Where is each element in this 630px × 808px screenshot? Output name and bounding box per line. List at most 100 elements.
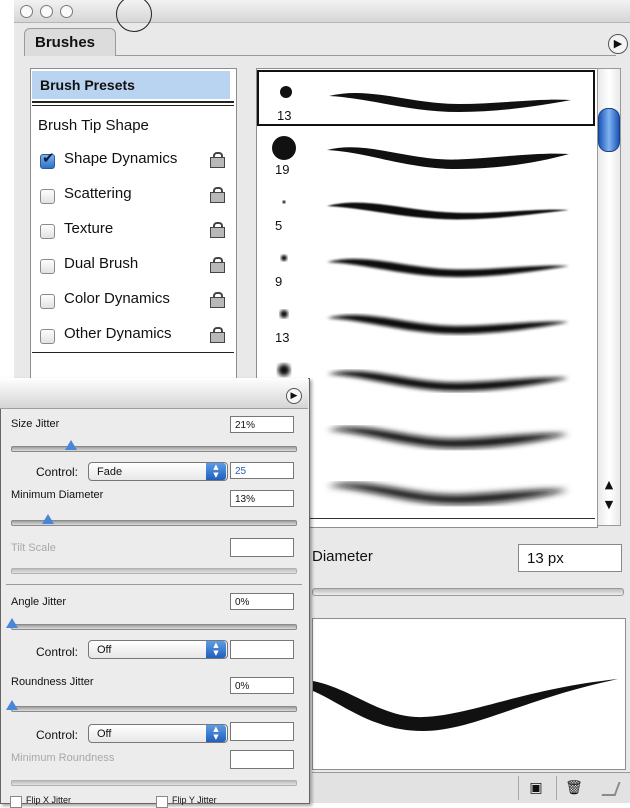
brush-tip-dot: [280, 310, 288, 318]
list-divider: [32, 352, 234, 353]
shape-dynamics-checkbox[interactable]: ✔: [40, 149, 55, 169]
list-item-label: Color Dynamics: [64, 290, 170, 307]
stroke-preview: [312, 618, 626, 770]
control-label: Control:: [36, 465, 79, 479]
minimum-roundness-input: [230, 750, 294, 769]
tilt-scale-input: [230, 538, 294, 557]
roundness-jitter-slider[interactable]: [11, 706, 297, 712]
scattering-checkbox[interactable]: [40, 189, 55, 204]
size-jitter-slider-thumb[interactable]: [64, 440, 77, 450]
panel-menu-icon[interactable]: ▶: [608, 34, 628, 54]
other-dynamics-checkbox[interactable]: [40, 329, 55, 344]
roundness-jitter-label: Roundness Jitter: [11, 676, 94, 688]
control-label: Control:: [36, 728, 79, 742]
angle-jitter-slider-thumb[interactable]: [6, 618, 18, 628]
angle-control-input[interactable]: [230, 640, 294, 659]
brush-size-label: 5: [275, 218, 283, 233]
brush-tip-dot: [280, 86, 292, 98]
minimize-dot-icon[interactable]: [40, 5, 53, 18]
minimum-diameter-label: Minimum Diameter: [11, 489, 104, 501]
lock-icon[interactable]: [210, 187, 225, 203]
roundness-jitter-input[interactable]: 0%: [230, 677, 294, 694]
brush-size-label: 13: [277, 108, 292, 123]
roundness-jitter-slider-thumb[interactable]: [6, 700, 18, 710]
brush-tip-dot: [282, 200, 286, 204]
brush-size-label: 9: [275, 274, 283, 289]
brush-stroke-thumbnail: [282, 200, 569, 220]
brush-stroke-sample: [327, 147, 569, 169]
panel-menu-icon[interactable]: ▶: [286, 388, 302, 404]
brush-size-label: 13: [275, 330, 290, 345]
brush-preset-row[interactable]: 9: [257, 238, 595, 295]
angle-jitter-input[interactable]: 0%: [230, 593, 294, 610]
tab-brushes[interactable]: Brushes: [24, 28, 116, 56]
brush-stroke-sample: [327, 483, 569, 504]
minimum-roundness-label: Minimum Roundness: [11, 752, 115, 764]
panel-divider: [6, 584, 302, 585]
size-jitter-slider[interactable]: [11, 446, 297, 452]
chevron-updown-icon[interactable]: ▲ ▼: [206, 725, 226, 742]
title-bar[interactable]: [14, 0, 630, 23]
diameter-slider[interactable]: [312, 588, 624, 596]
tab-divider: [116, 55, 616, 56]
angle-jitter-slider[interactable]: [11, 624, 297, 630]
new-brush-icon[interactable]: ▣: [518, 776, 553, 800]
diameter-input[interactable]: 13 px: [518, 544, 622, 572]
brush-stroke-sample: [327, 258, 569, 277]
angle-jitter-label: Angle Jitter: [11, 596, 67, 608]
list-item-color-dynamics[interactable]: Color Dynamics: [38, 288, 234, 314]
list-item-label: Texture: [64, 220, 114, 237]
flip-y-checkbox[interactable]: [156, 796, 168, 808]
list-item-label: Shape Dynamics: [64, 150, 178, 167]
list-item-label: Scattering: [64, 185, 132, 202]
brush-preset-row[interactable]: 19: [257, 126, 595, 183]
brush-preset-row[interactable]: 13: [257, 294, 595, 351]
lock-icon[interactable]: [210, 152, 225, 168]
fade-steps-input[interactable]: 25: [230, 462, 294, 479]
list-item-other-dynamics[interactable]: Other Dynamics: [38, 323, 234, 349]
chevron-updown-icon[interactable]: ▲ ▼: [206, 463, 226, 480]
brush-stroke-sample: [327, 371, 569, 391]
chevron-updown-icon[interactable]: ▲ ▼: [206, 641, 226, 658]
brush-preset-row[interactable]: 5: [257, 182, 595, 239]
list-item-brush-tip-shape[interactable]: Brush Tip Shape: [38, 114, 149, 138]
list-item-texture[interactable]: Texture: [38, 218, 234, 244]
lock-icon[interactable]: [210, 292, 225, 308]
lock-icon[interactable]: [210, 222, 225, 238]
brush-stroke-sample: [329, 92, 571, 112]
brush-stroke-thumbnail: [280, 310, 569, 334]
brush-preset-row[interactable]: 13: [257, 70, 595, 126]
brush-tip-dot: [272, 136, 296, 160]
list-item-shape-dynamics[interactable]: ✔ Shape Dynamics: [38, 148, 234, 174]
texture-checkbox[interactable]: [40, 224, 55, 239]
brush-stroke-sample: [327, 427, 569, 448]
minimum-diameter-input[interactable]: 13%: [230, 490, 294, 507]
dual-brush-checkbox[interactable]: [40, 259, 55, 274]
lock-icon[interactable]: [210, 257, 225, 273]
scroll-down-icon[interactable]: ▼: [600, 498, 618, 511]
list-item-brush-presets[interactable]: Brush Presets: [32, 71, 230, 99]
brush-tip-dot: [278, 364, 290, 376]
flip-x-checkbox[interactable]: [10, 796, 22, 808]
flip-y-label: Flip Y Jitter: [172, 795, 217, 805]
list-divider: [32, 101, 234, 103]
minimum-diameter-slider-thumb[interactable]: [41, 514, 54, 524]
color-dynamics-checkbox[interactable]: [40, 294, 55, 309]
scroll-thumb[interactable]: [598, 108, 620, 152]
zoom-dot-icon[interactable]: [60, 5, 73, 18]
scroll-up-icon[interactable]: ▲: [600, 478, 618, 491]
list-item-dual-brush[interactable]: Dual Brush: [38, 253, 234, 279]
brush-stroke-thumbnail: [272, 136, 569, 169]
trash-icon[interactable]: 🗑: [556, 776, 591, 800]
brush-size-label: 19: [275, 162, 290, 177]
roundness-control-input[interactable]: [230, 722, 294, 741]
lock-icon[interactable]: [210, 327, 225, 343]
close-dot-icon[interactable]: [20, 5, 33, 18]
size-jitter-label: Size Jitter: [11, 418, 60, 430]
size-jitter-input[interactable]: 21%: [230, 416, 294, 433]
shape-dynamics-title-bar[interactable]: [0, 378, 308, 409]
checkmark-icon: ✔: [42, 149, 55, 167]
list-item-scattering[interactable]: Scattering: [38, 183, 234, 209]
brush-tip-dot: [281, 255, 287, 261]
tilt-scale-slider: [11, 568, 297, 574]
